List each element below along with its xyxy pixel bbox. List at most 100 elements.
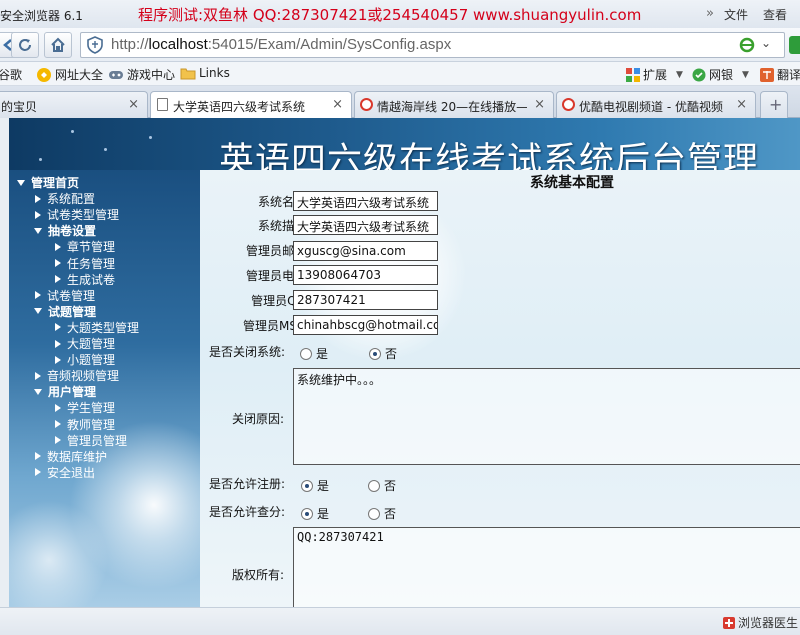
tab-video-play[interactable]: 情越海岸线 20—在线播放— × bbox=[354, 91, 554, 118]
close-icon[interactable]: × bbox=[534, 97, 545, 112]
sidebar-item[interactable]: 数据库维护 bbox=[34, 448, 107, 465]
bullet-arrow-icon bbox=[35, 371, 41, 380]
browser-doctor-button[interactable]: 浏览器医生 bbox=[722, 614, 798, 631]
address-bar[interactable]: http://localhost:54015/Exam/Admin/SysCon… bbox=[80, 32, 785, 58]
copyright-textarea[interactable]: QQ:287307421 bbox=[293, 527, 800, 607]
tab-exam-system[interactable]: 大学英语四六级考试系统 × bbox=[150, 91, 352, 119]
allow-query-label: 是否允许查分: bbox=[209, 505, 286, 519]
dropdown-caret-icon: ▼ bbox=[676, 69, 683, 80]
menu-view[interactable]: 查看 bbox=[763, 6, 787, 23]
bookmark-game-center[interactable]: 游戏中心 bbox=[108, 66, 175, 83]
star-decoration bbox=[39, 158, 42, 161]
home-button[interactable] bbox=[44, 32, 72, 58]
chevron-double-right-icon[interactable]: » bbox=[706, 6, 714, 21]
bullet-arrow-icon bbox=[55, 242, 61, 251]
close-icon[interactable]: × bbox=[128, 97, 139, 112]
close-reason-textarea[interactable]: 系统维护中。。。 bbox=[293, 368, 800, 465]
sidebar-item[interactable]: 大题类型管理 bbox=[54, 319, 139, 336]
dropdown-caret-icon: ▼ bbox=[742, 69, 749, 80]
shield-icon bbox=[87, 36, 103, 54]
close-system-yes-radio[interactable]: 是 bbox=[300, 345, 328, 362]
ie-engine-icon[interactable] bbox=[739, 37, 755, 53]
sidebar-item-label: 试卷类型管理 bbox=[47, 208, 120, 223]
sidebar-item[interactable]: 小题管理 bbox=[54, 351, 115, 368]
tab-video-play-label: 情越海岸线 20—在线播放— bbox=[377, 100, 527, 114]
radio-on-icon bbox=[301, 507, 313, 520]
bookmark-links-label: Links bbox=[199, 66, 230, 80]
sidebar-item[interactable]: 教师管理 bbox=[54, 416, 115, 433]
close-icon[interactable]: × bbox=[736, 97, 747, 112]
menu-file[interactable]: 文件 bbox=[724, 6, 748, 23]
sidebar-item[interactable]: 管理首页 bbox=[17, 174, 79, 191]
bookmarks-bar: 谷歌 网址大全 游戏中心 Links 扩展 ▼ 网银 ▼ 翻译 bbox=[0, 62, 800, 86]
sidebar-item[interactable]: 试卷类型管理 bbox=[34, 206, 119, 223]
admin-phone-input[interactable]: 13908064703 bbox=[293, 265, 438, 285]
sidebar-item[interactable]: 抽卷设置 bbox=[34, 222, 96, 239]
sidebar-item-label: 管理首页 bbox=[31, 176, 80, 190]
online-banking-button[interactable]: 网银 ▼ bbox=[692, 66, 749, 83]
bullet-arrow-icon bbox=[35, 210, 41, 219]
bookmark-url-directory-label: 网址大全 bbox=[55, 68, 104, 82]
refresh-button[interactable] bbox=[11, 32, 39, 58]
radio-no-label: 否 bbox=[384, 479, 397, 493]
admin-qq-input[interactable]: 287307421 bbox=[293, 290, 438, 310]
radio-off-icon bbox=[300, 347, 312, 360]
tab-youku[interactable]: 优酷电视剧频道 - 优酷视频 × bbox=[556, 91, 756, 118]
bullet-arrow-icon bbox=[55, 339, 61, 348]
refresh-icon bbox=[19, 39, 31, 51]
banner-title: 英语四六级在线考试系统后台管理 bbox=[219, 141, 760, 170]
admin-email-input[interactable]: xguscg@sina.com bbox=[293, 241, 438, 261]
sidebar-item[interactable]: 用户管理 bbox=[34, 383, 96, 400]
chevron-down-icon[interactable]: ⌄ bbox=[761, 36, 771, 50]
sidebar-item[interactable]: 大题管理 bbox=[54, 335, 115, 352]
sidebar-item[interactable]: 试题管理 bbox=[34, 303, 96, 320]
sidebar-item-label: 用户管理 bbox=[48, 385, 97, 400]
bank-shield-icon bbox=[692, 68, 706, 81]
bullet-arrow-icon bbox=[35, 468, 41, 477]
sidebar-item-label: 章节管理 bbox=[67, 240, 116, 255]
bookmark-google[interactable]: 谷歌 bbox=[0, 66, 22, 83]
sidebar-item[interactable]: 生成试卷 bbox=[54, 271, 115, 288]
browser-title-bar: 安全浏览器 6.1 程序测试:双鱼林 QQ:287307421或25454045… bbox=[0, 0, 800, 28]
tab-youku-label: 优酷电视剧频道 - 优酷视频 bbox=[579, 100, 723, 114]
navigation-bar: http://localhost:54015/Exam/Admin/SysCon… bbox=[0, 28, 800, 62]
expand-arrow-icon bbox=[34, 308, 42, 315]
sidebar-item[interactable]: 安全退出 bbox=[34, 464, 95, 481]
extensions-button[interactable]: 扩展 ▼ bbox=[626, 66, 683, 83]
bullet-arrow-icon bbox=[55, 436, 61, 445]
allow-query-no-radio[interactable]: 否 bbox=[368, 505, 396, 522]
bookmark-url-directory[interactable]: 网址大全 bbox=[36, 66, 103, 83]
sidebar-item-label: 抽卷设置 bbox=[48, 224, 97, 239]
bullet-arrow-icon bbox=[35, 291, 41, 300]
sidebar-item[interactable]: 系统配置 bbox=[34, 190, 95, 207]
tab-baobei[interactable]: 的宝贝 × bbox=[0, 91, 148, 118]
close-system-no-radio[interactable]: 否 bbox=[369, 345, 397, 362]
green-app-icon[interactable] bbox=[789, 36, 800, 54]
sidebar-item[interactable]: 试卷管理 bbox=[34, 287, 95, 304]
new-tab-button[interactable]: + bbox=[760, 91, 788, 118]
bullet-arrow-icon bbox=[55, 259, 61, 267]
translate-button[interactable]: 翻译 bbox=[760, 66, 800, 83]
sidebar-item[interactable]: 音频视频管理 bbox=[34, 367, 119, 384]
bullet-arrow-icon bbox=[55, 323, 61, 332]
bookmark-links[interactable]: Links bbox=[180, 66, 230, 80]
sidebar-item[interactable]: 章节管理 bbox=[54, 238, 115, 255]
browser-app-title: 安全浏览器 6.1 bbox=[0, 9, 83, 23]
radio-no-label: 否 bbox=[384, 507, 397, 521]
allow-register-yes-radio[interactable]: 是 bbox=[301, 477, 329, 494]
medical-cross-icon bbox=[722, 617, 735, 629]
online-banking-label: 网银 bbox=[709, 68, 734, 82]
sidebar-item[interactable]: 任务管理 bbox=[54, 255, 115, 272]
expand-arrow-icon bbox=[34, 227, 42, 234]
status-bar: 浏览器医生 bbox=[0, 607, 800, 635]
sidebar-item[interactable]: 学生管理 bbox=[54, 399, 115, 416]
sidebar-item[interactable]: 管理员管理 bbox=[54, 432, 127, 449]
system-name-input[interactable]: 大学英语四六级考试系统 bbox=[293, 191, 438, 211]
close-icon[interactable]: × bbox=[332, 97, 343, 112]
allow-register-no-radio[interactable]: 否 bbox=[368, 477, 396, 494]
tab-strip: 的宝贝 × 大学英语四六级考试系统 × 情越海岸线 20—在线播放— × 优酷电… bbox=[0, 86, 800, 119]
allow-query-yes-radio[interactable]: 是 bbox=[301, 505, 329, 522]
admin-msn-input[interactable]: chinahbscg@hotmail.com bbox=[293, 315, 438, 335]
sidebar-item-label: 试题管理 bbox=[48, 304, 97, 319]
system-desc-input[interactable]: 大学英语四六级考试系统 bbox=[293, 215, 438, 235]
